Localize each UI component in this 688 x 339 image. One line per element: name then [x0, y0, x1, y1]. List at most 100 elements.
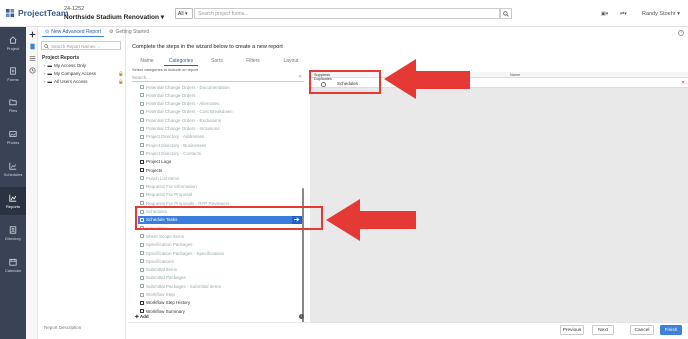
cancel-button[interactable]: Cancel [630, 325, 654, 335]
tab-label: New Advanced Report [51, 28, 101, 35]
search-button[interactable] [500, 8, 512, 19]
next-button[interactable]: Next [592, 325, 614, 335]
tree-title: Project Reports [42, 55, 80, 61]
help-icon[interactable]: ? [678, 30, 684, 36]
step-filters[interactable]: Filters [240, 57, 266, 66]
nav-item-schedules[interactable]: Schedules [0, 155, 26, 183]
nav-label: Project [6, 45, 20, 51]
calendar-icon [140, 168, 144, 172]
category-item[interactable]: Potential Change Orders - Inclusions [138, 125, 302, 133]
category-item[interactable]: Requests For Information [138, 183, 302, 191]
nav-item-project[interactable]: Project [0, 29, 26, 57]
category-search-input[interactable]: Search... ✕ [132, 74, 304, 82]
step-sorts[interactable]: Sorts [206, 57, 228, 66]
remove-icon[interactable]: ✕ [681, 80, 685, 86]
previous-button[interactable]: Previous [560, 325, 584, 335]
global-search-input[interactable]: Search project forms... [194, 8, 500, 19]
folder-icon [9, 99, 17, 105]
nav-item-reports[interactable]: Reports [0, 187, 26, 215]
category-item[interactable]: Submittal Packages - Submittal Items [138, 282, 302, 290]
clear-icon[interactable]: ✕ [298, 74, 302, 80]
category-item[interactable]: Specifications [138, 257, 302, 265]
category-label: Potential Change Orders - Exclusions [146, 117, 222, 123]
category-item[interactable]: Potential Change Orders - Documentation [138, 83, 302, 91]
nav-label: Directory [4, 235, 21, 241]
category-item[interactable]: Projects [138, 166, 302, 174]
category-item[interactable]: Project Directory - Addresses [138, 133, 302, 141]
folder-icon: ▬ [47, 79, 53, 84]
step-categories[interactable]: Categories [164, 57, 198, 66]
tree-item-label: My Access Only [54, 63, 87, 68]
calendar-icon [140, 275, 144, 280]
add-category-button[interactable]: ✚ Add [135, 314, 149, 320]
user-menu[interactable]: Randy Stoehr ▾ [642, 11, 680, 17]
calendar-icon [140, 251, 144, 255]
calendar-icon [140, 201, 144, 206]
nav-label: Photos [6, 139, 20, 145]
report-wizard: Complete the steps in the wizard below t… [128, 38, 688, 339]
add-icon[interactable] [28, 30, 36, 38]
monitor-icon[interactable]: ▣▾ [601, 11, 608, 17]
finish-button[interactable]: Finish [660, 325, 682, 335]
list-icon[interactable] [28, 54, 36, 62]
tree-item-all-users-access[interactable]: › ▬ All Users Access 🔒 [44, 79, 124, 85]
category-item[interactable]: Workflow Summary [138, 307, 302, 315]
category-item[interactable]: Workflow Step History [138, 299, 302, 307]
scope-value: All [178, 11, 184, 17]
category-item[interactable]: Project Directory - Contacts [138, 149, 302, 157]
step-name[interactable]: Name [134, 57, 160, 66]
category-item[interactable]: Specification Packages - Specifications [138, 249, 302, 257]
chevron-down-icon: ▾ [677, 11, 680, 17]
nav-item-directory[interactable]: Directory [0, 219, 26, 247]
calendar-icon [140, 292, 144, 297]
report-search-input[interactable]: Search Report Names ... [41, 41, 121, 50]
category-label: Project Directory - Contacts [146, 150, 202, 156]
category-item[interactable]: Potential Change Orders - Exclusions [138, 116, 302, 124]
category-label: Specification Packages - Specifications [146, 250, 225, 256]
calendar-icon [140, 109, 144, 114]
search-icon [44, 43, 49, 50]
transfer-icon[interactable]: ⇄▾ [620, 11, 627, 17]
category-item[interactable]: Potential Change Orders [138, 91, 302, 99]
category-item[interactable]: Punch List Items [138, 174, 302, 182]
scope-select[interactable]: All ▾ [175, 8, 193, 19]
logo-icon [6, 8, 15, 17]
tree-item-my-company-access[interactable]: › ▬ My Company Access 🔒 [44, 71, 124, 77]
category-label: Specification Packages [146, 242, 193, 248]
calendar-icon [140, 85, 144, 89]
category-item[interactable]: Specification Packages [138, 241, 302, 249]
category-item[interactable]: Potential Change Orders - Alternates [138, 100, 302, 108]
category-item[interactable]: Requests For Proposal [138, 191, 302, 199]
annotation-highlight-category [135, 206, 323, 230]
nav-item-files[interactable]: Files [0, 91, 26, 119]
tree-item-my-access-only[interactable]: › ▬ My Access Only [44, 63, 124, 68]
info-icon[interactable]: i [299, 314, 304, 319]
category-item[interactable]: Submittal Items [138, 266, 302, 274]
photo-icon [9, 130, 17, 137]
tab-new-advanced-report[interactable]: ⊙ New Advanced Report [42, 27, 104, 37]
nav-item-photos[interactable]: Photos [0, 123, 26, 151]
calendar-icon [140, 118, 144, 123]
tab-label: Getting Started [115, 29, 150, 35]
project-selector[interactable]: Northside Stadium Renovation ▾ [64, 13, 164, 21]
tab-status-icon: ⊙ [45, 28, 50, 35]
step-layout[interactable]: Layout [278, 57, 304, 66]
category-item[interactable]: Sheet Scope Items [138, 232, 302, 240]
report-file-icon[interactable] [28, 42, 36, 50]
category-label: Potential Change Orders - Alternates [146, 101, 220, 107]
logo-text: ProjectTeam [18, 8, 69, 18]
nav-item-forms[interactable]: Forms [0, 60, 26, 88]
category-item[interactable]: Project Logo [138, 158, 302, 166]
category-label: Submittal Packages [146, 275, 186, 281]
tab-getting-started[interactable]: ⚙ Getting Started [106, 27, 152, 37]
category-item[interactable]: Project Directory - Businesses [138, 141, 302, 149]
category-item[interactable]: Submittal Packages [138, 274, 302, 282]
category-item[interactable]: Workflow Step [138, 291, 302, 299]
category-label: Potential Change Orders [146, 92, 196, 98]
history-icon[interactable] [28, 66, 36, 74]
app-logo[interactable]: ProjectTeam [6, 8, 68, 18]
search-icon [503, 10, 509, 17]
category-label: Project Directory - Businesses [146, 142, 207, 148]
nav-item-calendar[interactable]: Calendar [0, 251, 26, 279]
category-item[interactable]: Potential Change Orders - Cost Breakdown [138, 108, 302, 116]
